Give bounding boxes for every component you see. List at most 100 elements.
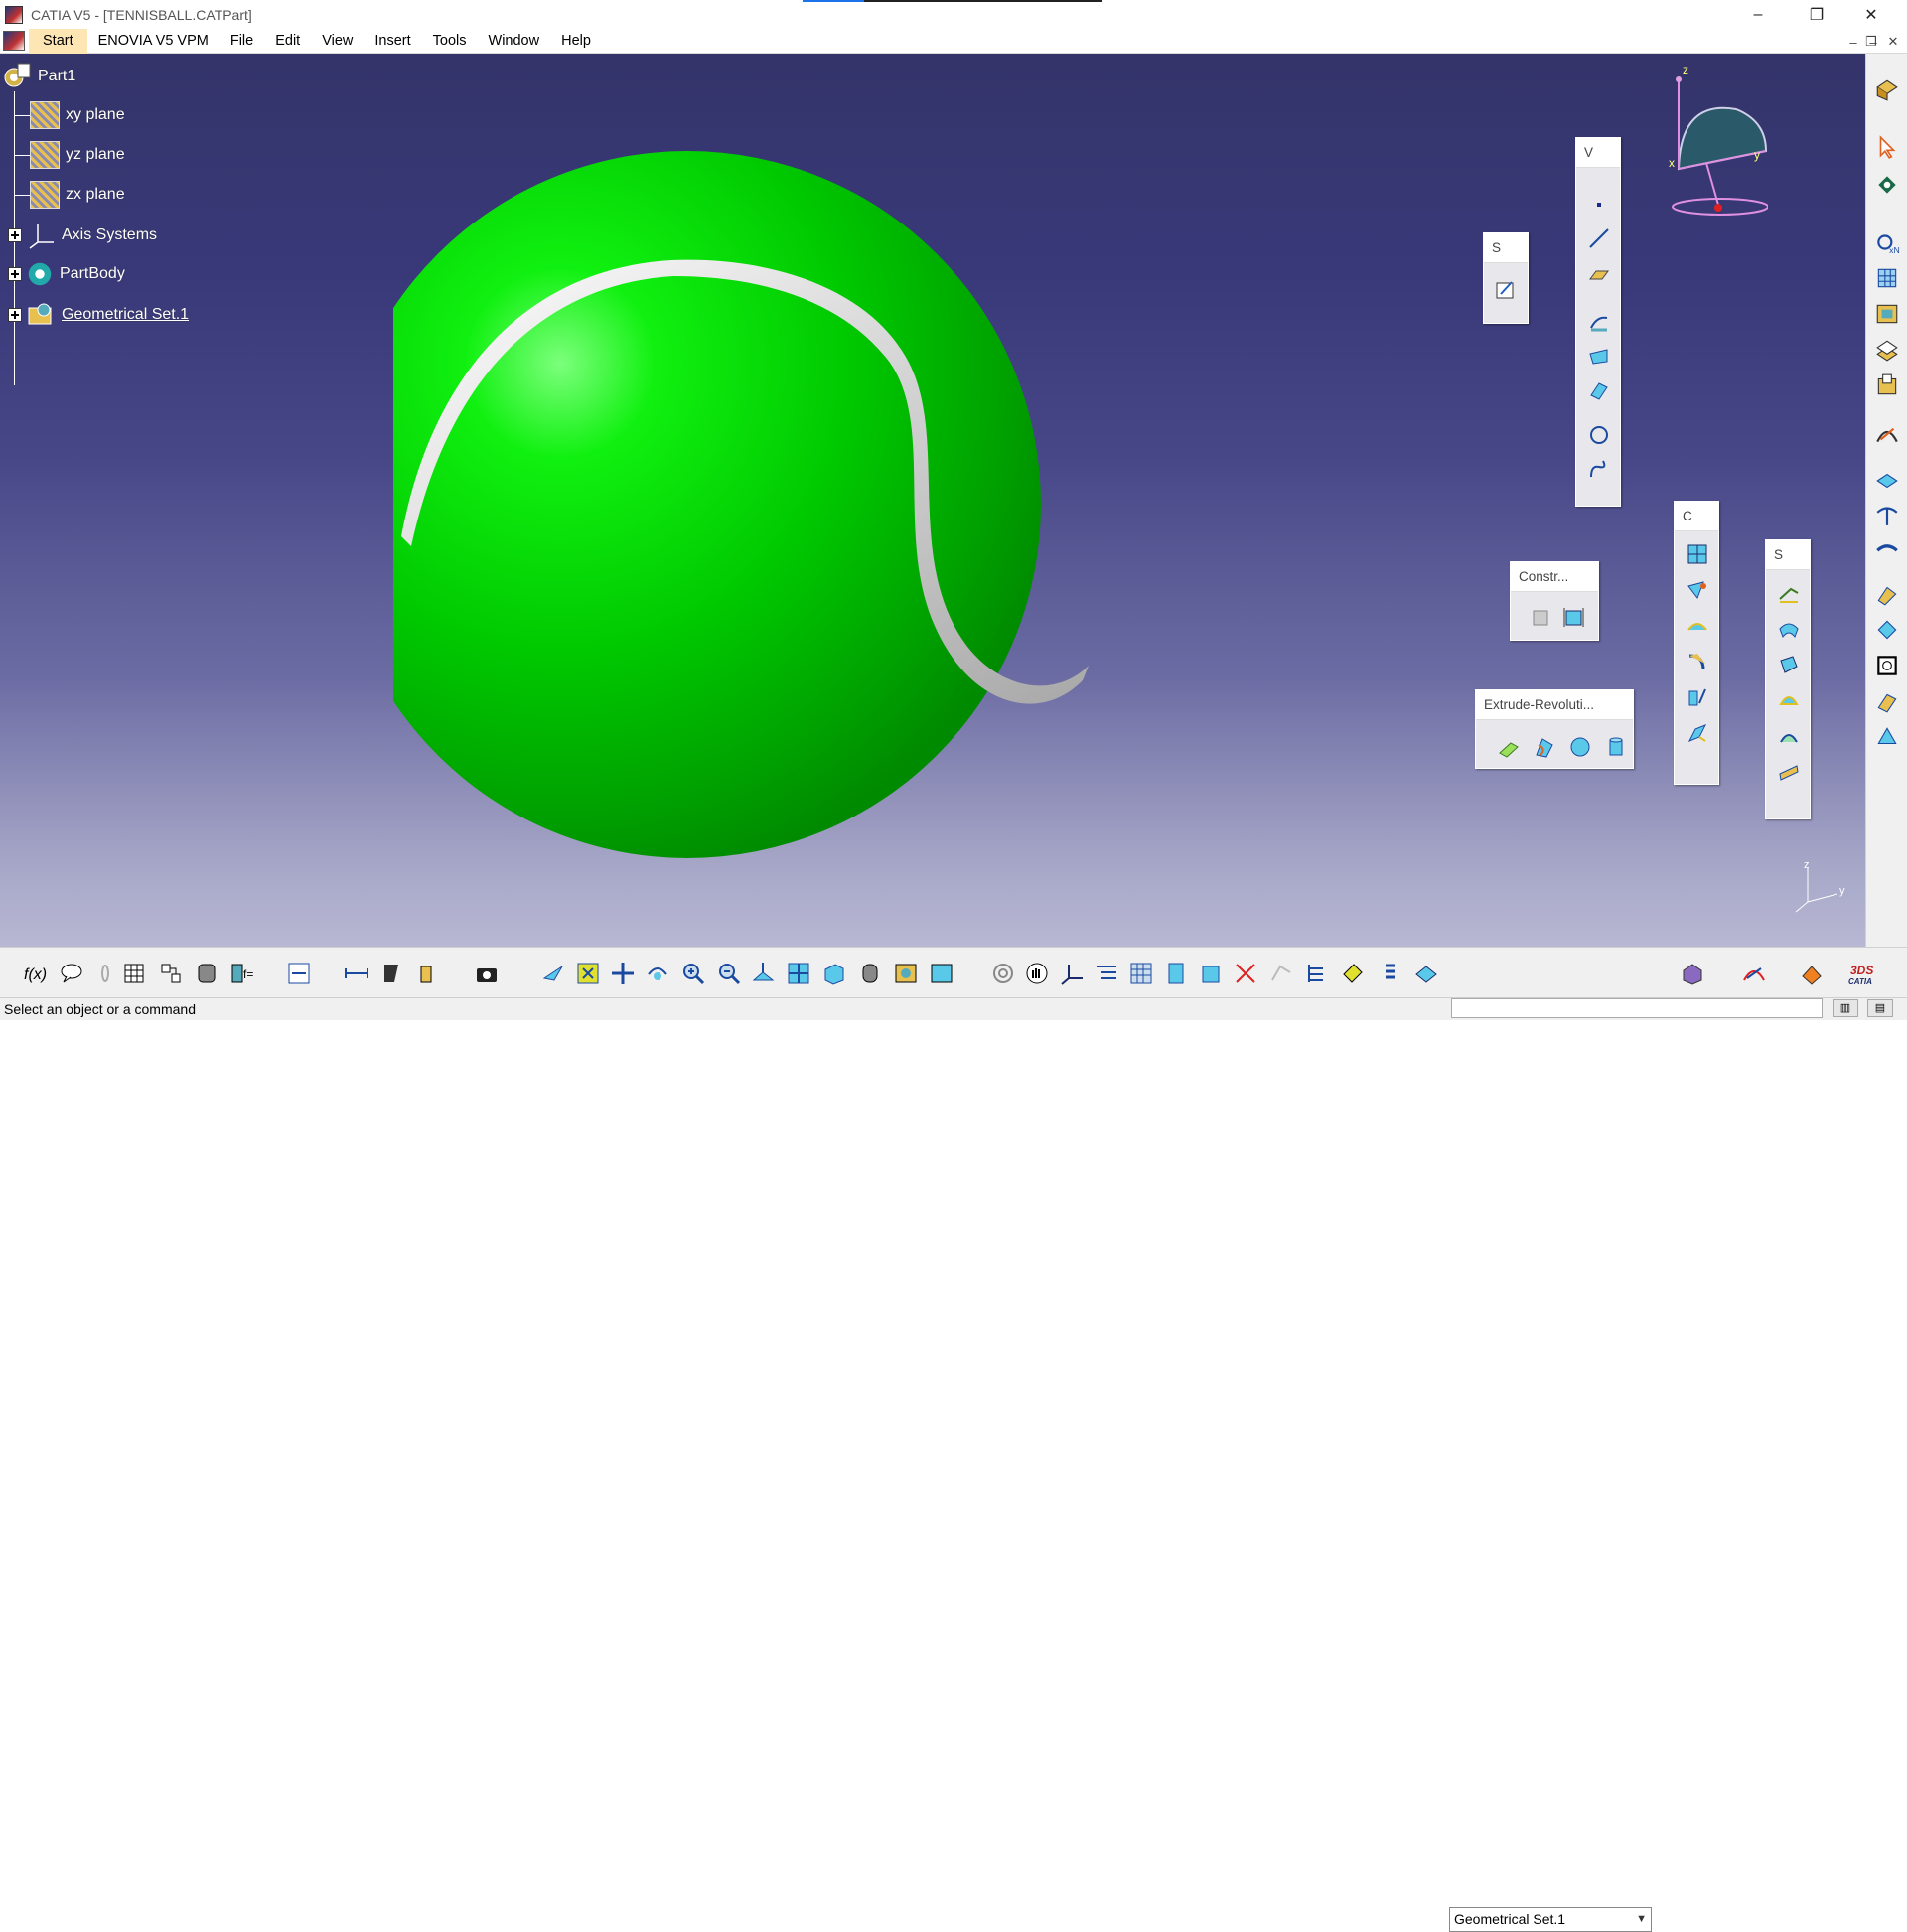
- draft-icon[interactable]: [1873, 534, 1901, 562]
- extrapolate-icon[interactable]: [1685, 720, 1710, 746]
- curvature-icon[interactable]: [1873, 501, 1901, 528]
- law-icon[interactable]: [193, 960, 220, 987]
- capture-icon[interactable]: [473, 960, 501, 987]
- patch-icon[interactable]: [1873, 616, 1901, 644]
- menu-window[interactable]: Window: [478, 29, 551, 54]
- measure-item-icon[interactable]: [377, 960, 405, 987]
- constraint-icon[interactable]: [1527, 604, 1552, 630]
- expand-icon[interactable]: [8, 308, 22, 322]
- quick-select-icon[interactable]: [1873, 171, 1901, 199]
- boundary-icon[interactable]: [1685, 613, 1710, 639]
- select-icon[interactable]: [1873, 133, 1901, 161]
- tennis-ball-model[interactable]: [393, 149, 1108, 864]
- grid-snap-icon[interactable]: [1127, 960, 1155, 987]
- menu-file[interactable]: File: [220, 29, 264, 54]
- close-button[interactable]: ✕: [1848, 0, 1894, 29]
- catalog-icon[interactable]: [1873, 372, 1901, 399]
- hide-show-icon[interactable]: [892, 960, 920, 987]
- spiral-icon[interactable]: [989, 960, 1017, 987]
- fillet-icon[interactable]: [1685, 649, 1710, 674]
- surface-icon[interactable]: [1873, 580, 1901, 608]
- offset-icon[interactable]: [1776, 580, 1802, 606]
- highlight-icon[interactable]: [1339, 960, 1367, 987]
- menu-help[interactable]: Help: [550, 29, 602, 54]
- menu-insert[interactable]: Insert: [364, 29, 421, 54]
- doc-close-icon[interactable]: ✕: [1883, 32, 1903, 52]
- wireframe-toolbar[interactable]: V: [1575, 137, 1621, 507]
- menu-enovia[interactable]: ENOVIA V5 VPM: [87, 29, 220, 54]
- revolve-icon[interactable]: [1532, 734, 1557, 760]
- circle-icon[interactable]: [1586, 422, 1612, 448]
- update-icon[interactable]: [285, 960, 313, 987]
- sphere-icon[interactable]: [1567, 734, 1593, 760]
- menu-edit[interactable]: Edit: [264, 29, 311, 54]
- menu-view[interactable]: View: [311, 29, 364, 54]
- layer-icon[interactable]: [1412, 960, 1440, 987]
- axis-system-icon[interactable]: [1058, 960, 1086, 987]
- command-input[interactable]: [1451, 998, 1823, 1018]
- multi-sections-icon[interactable]: [1776, 687, 1802, 713]
- design-table-icon[interactable]: [121, 960, 149, 987]
- multi-view-icon[interactable]: [785, 960, 812, 987]
- parallel-curve-icon[interactable]: [1586, 376, 1612, 402]
- constraints-toolbar[interactable]: Constr...: [1510, 561, 1599, 641]
- catia-menu-icon[interactable]: [3, 31, 25, 51]
- pan-icon[interactable]: [609, 960, 637, 987]
- plane-icon[interactable]: [1586, 261, 1612, 287]
- restore-button[interactable]: ❐: [1794, 0, 1839, 29]
- tree-item-partbody[interactable]: PartBody: [8, 260, 125, 288]
- knowledge-icon[interactable]: [157, 960, 185, 987]
- swap-visible-icon[interactable]: [928, 960, 955, 987]
- tree-item-axis-systems[interactable]: Axis Systems: [8, 221, 157, 250]
- operations-toolbar[interactable]: C: [1674, 501, 1719, 785]
- sweep-icon[interactable]: [1776, 616, 1802, 642]
- box-icon[interactable]: [1197, 960, 1225, 987]
- blend-icon[interactable]: [1776, 723, 1802, 749]
- scan-icon[interactable]: [1162, 960, 1190, 987]
- doc-minimize-icon[interactable]: –: [1843, 32, 1863, 52]
- zoom-in-icon[interactable]: [679, 960, 707, 987]
- stack-icon[interactable]: [1873, 336, 1901, 364]
- rotate-icon[interactable]: [644, 960, 671, 987]
- status-help-icon[interactable]: ▤: [1867, 999, 1893, 1017]
- compass-widget[interactable]: z x y: [1649, 60, 1768, 228]
- connect-icon[interactable]: [1873, 467, 1901, 495]
- fill-icon[interactable]: [1776, 652, 1802, 677]
- join-icon[interactable]: [1685, 541, 1710, 567]
- structure-icon[interactable]: [1304, 960, 1332, 987]
- cylinder-icon[interactable]: [1603, 734, 1629, 760]
- list-icon[interactable]: [1377, 960, 1404, 987]
- doc-restore-icon[interactable]: ❐: [1861, 32, 1881, 52]
- extrude-icon[interactable]: [1496, 734, 1522, 760]
- analysis-icon[interactable]: [1873, 419, 1901, 447]
- expand-icon[interactable]: [8, 267, 22, 281]
- 3d-viewport[interactable]: Part1 xy plane yz plane zx plane Axis Sy…: [0, 54, 1865, 947]
- workbench-icon[interactable]: [1873, 75, 1901, 103]
- split-icon[interactable]: [1685, 577, 1710, 603]
- projection-icon[interactable]: [1586, 309, 1612, 335]
- measure-inertia-icon[interactable]: [412, 960, 440, 987]
- disabled-tool-icon[interactable]: [1267, 960, 1295, 987]
- part-design-icon[interactable]: [1679, 960, 1706, 987]
- sketch-icon[interactable]: [1493, 277, 1519, 303]
- tree-item-yz-plane[interactable]: yz plane: [14, 141, 125, 169]
- shading-icon[interactable]: [856, 960, 884, 987]
- expand-icon[interactable]: [8, 228, 22, 242]
- menu-tools[interactable]: Tools: [422, 29, 478, 54]
- surfaces-toolbar[interactable]: S: [1765, 539, 1811, 819]
- tree-item-xy-plane[interactable]: xy plane: [14, 101, 125, 129]
- normal-view-icon[interactable]: [750, 960, 778, 987]
- table-icon[interactable]: [1873, 300, 1901, 328]
- tree-item-zx-plane[interactable]: zx plane: [14, 181, 125, 209]
- spline-icon[interactable]: [1586, 456, 1612, 482]
- translate-icon[interactable]: [1685, 684, 1710, 710]
- point-icon[interactable]: [1586, 192, 1612, 218]
- intersection-icon[interactable]: [1586, 343, 1612, 369]
- sketcher-toolbar[interactable]: S: [1483, 232, 1529, 324]
- fit-all-icon[interactable]: [574, 960, 602, 987]
- line-icon[interactable]: [1586, 225, 1612, 251]
- formula-icon[interactable]: f(x): [22, 960, 50, 987]
- minimize-button[interactable]: –: [1735, 0, 1781, 29]
- zoom-out-icon[interactable]: [715, 960, 743, 987]
- hand-icon[interactable]: [1023, 960, 1051, 987]
